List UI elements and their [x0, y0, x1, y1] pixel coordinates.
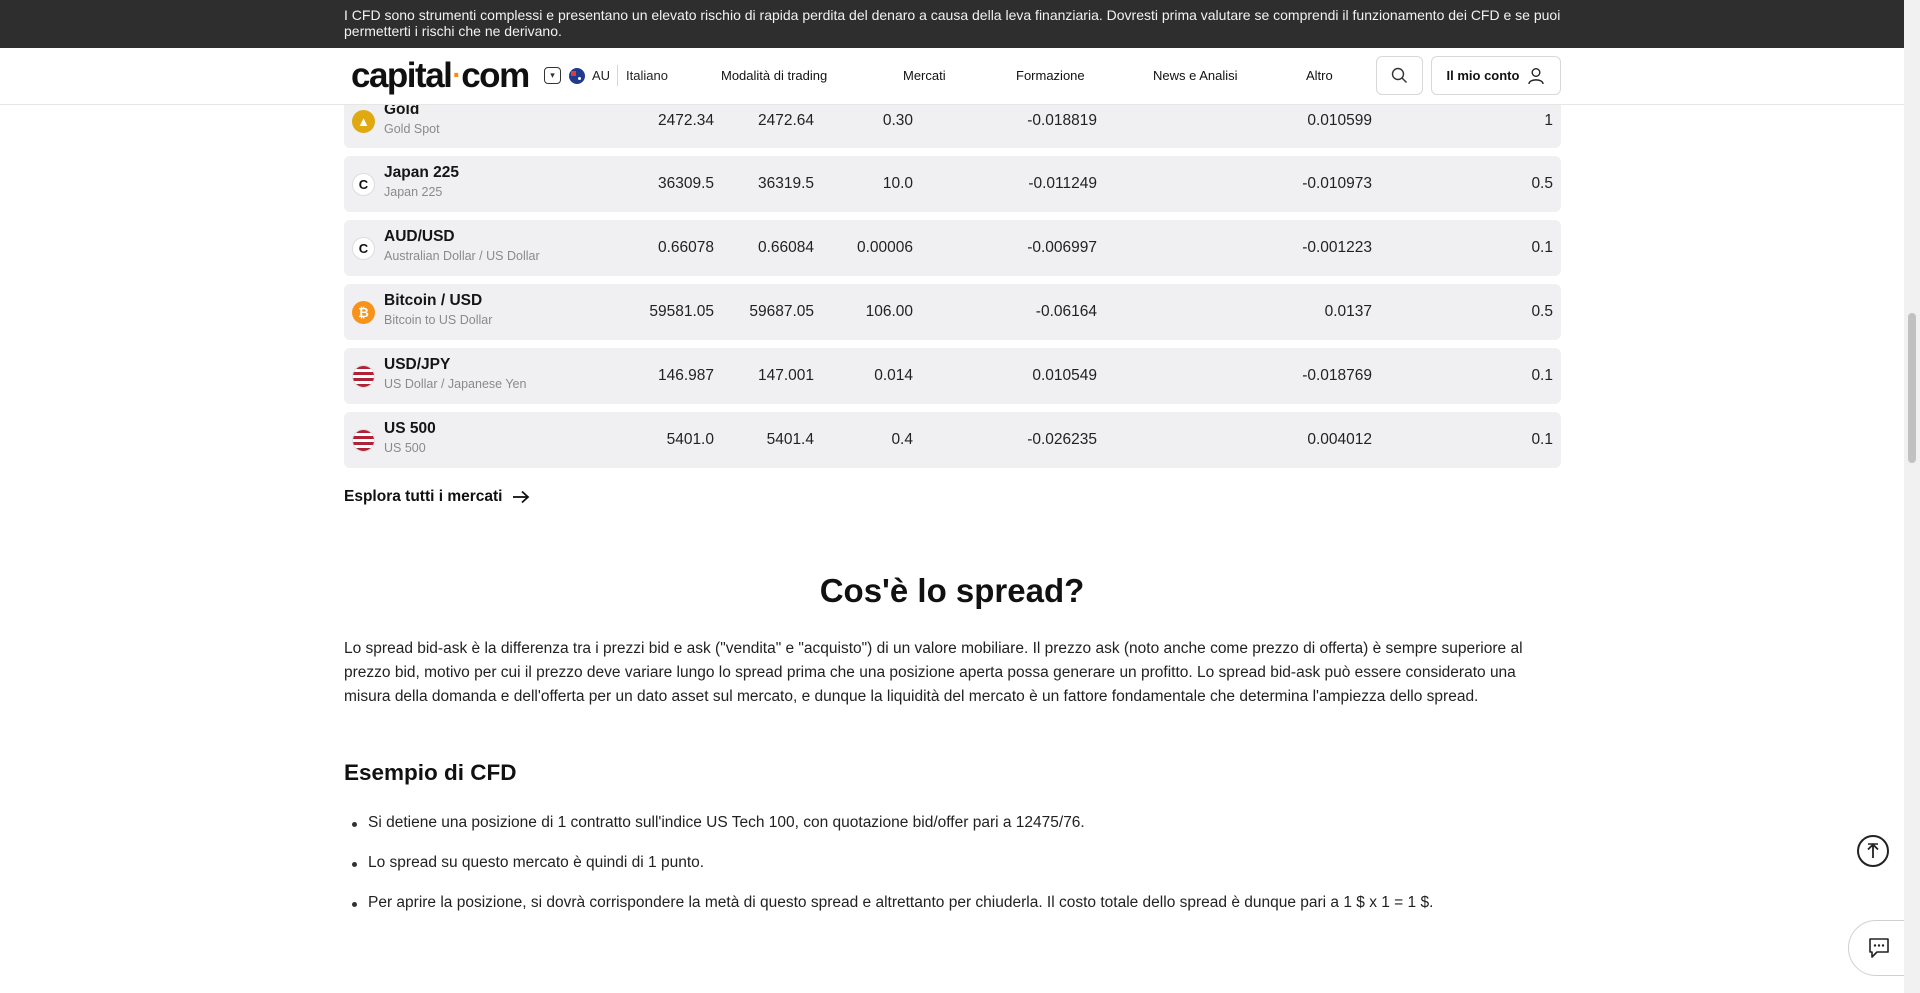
page-scrollbar[interactable]: [1904, 0, 1920, 993]
buy-price: 59687.05: [749, 303, 814, 320]
scrollbar-thumb[interactable]: [1908, 313, 1916, 463]
overnight-long: -0.06164: [1035, 303, 1097, 320]
overnight-long: -0.018819: [1027, 112, 1097, 129]
language-selector[interactable]: Italiano: [626, 68, 668, 83]
arrow-right-icon: [513, 490, 530, 504]
overnight-long: -0.006997: [1027, 239, 1097, 256]
region-selector[interactable]: AU: [592, 68, 610, 83]
market-name: USD/JPY: [384, 356, 451, 373]
market-subtitle: US 500: [384, 441, 426, 455]
market-row-bitcoin-usd[interactable]: ₿ Bitcoin / USD Bitcoin to US Dollar 595…: [344, 284, 1561, 340]
market-subtitle: Gold Spot: [384, 122, 440, 136]
markets-table: ▲ Gold Gold Spot 2472.34 2472.64 0.30 -0…: [344, 93, 1561, 476]
spread-value: 0.014: [874, 367, 913, 384]
market-row-aud-usd[interactable]: C AUD/USD Australian Dollar / US Dollar …: [344, 220, 1561, 276]
chat-button[interactable]: [1848, 920, 1910, 976]
capital-c-icon: C: [352, 237, 375, 260]
market-name: Japan 225: [384, 164, 459, 181]
search-icon: [1391, 67, 1407, 83]
buy-price: 0.66084: [757, 239, 814, 256]
risk-warning-banner: I CFD sono strumenti complessi e present…: [0, 0, 1904, 48]
list-item: Per aprire la posizione, si dovrà corris…: [344, 894, 1564, 934]
market-row-usd-jpy[interactable]: USD/JPY US Dollar / Japanese Yen 146.987…: [344, 348, 1561, 404]
margin-value: 0.5: [1531, 175, 1553, 192]
market-name: Bitcoin / USD: [384, 292, 483, 309]
us-flag-icon: [352, 365, 375, 388]
buy-price: 147.001: [757, 367, 814, 384]
chat-icon: [1869, 938, 1889, 958]
overnight-long: -0.011249: [1028, 175, 1097, 192]
list-item: Lo spread su questo mercato è quindi di …: [344, 854, 1564, 894]
margin-value: 0.1: [1531, 431, 1553, 448]
site-header: capital·com ▾ AU Italiano Modalità di tr…: [0, 48, 1904, 105]
scroll-to-top-button[interactable]: [1857, 835, 1889, 867]
arrow-up-icon: [1867, 843, 1879, 858]
explore-all-markets-label: Esplora tutti i mercati: [344, 488, 503, 505]
market-subtitle: Japan 225: [384, 185, 443, 199]
nav-education[interactable]: Formazione: [1016, 68, 1085, 83]
my-account-button[interactable]: Il mio conto: [1431, 56, 1561, 95]
sell-price: 5401.0: [666, 431, 714, 448]
user-icon: [1528, 67, 1545, 84]
nav-markets[interactable]: Mercati: [903, 68, 946, 83]
explore-all-markets-link[interactable]: Esplora tutti i mercati: [344, 488, 530, 506]
margin-value: 1: [1544, 112, 1553, 129]
capital-com-logo[interactable]: capital·com: [351, 56, 530, 96]
spread-section-title: Cos'è lo spread?: [819, 572, 1085, 609]
overnight-long: 0.010549: [1032, 367, 1097, 384]
spread-value: 106.00: [865, 303, 913, 320]
overnight-short: 0.0137: [1324, 303, 1372, 320]
overnight-long: -0.026235: [1027, 431, 1097, 448]
overnight-short: -0.001223: [1302, 239, 1372, 256]
buy-price: 5401.4: [766, 431, 814, 448]
gold-icon: ▲: [352, 110, 375, 133]
market-subtitle: US Dollar / Japanese Yen: [384, 377, 527, 391]
us-flag-icon: [352, 429, 375, 452]
australia-flag-icon[interactable]: [569, 68, 585, 84]
chevron-down-icon[interactable]: ▾: [544, 67, 561, 84]
market-name: AUD/USD: [384, 228, 455, 245]
search-button[interactable]: [1376, 56, 1423, 95]
sell-price: 36309.5: [657, 175, 714, 192]
overnight-short: -0.018769: [1302, 367, 1372, 384]
risk-warning-text: I CFD sono strumenti complessi e present…: [344, 7, 1561, 39]
sell-price: 0.66078: [657, 239, 714, 256]
spread-value: 0.30: [882, 112, 913, 129]
nav-trading-modes[interactable]: Modalità di trading: [721, 68, 827, 83]
sell-price: 146.987: [657, 367, 714, 384]
nav-more[interactable]: Altro: [1306, 68, 1333, 83]
cfd-example-title: Esempio di CFD: [344, 760, 517, 785]
margin-value: 0.1: [1531, 367, 1553, 384]
spread-value: 10.0: [882, 175, 913, 192]
cfd-example-list: Si detiene una posizione di 1 contratto …: [344, 814, 1564, 934]
divider: [617, 65, 618, 86]
list-item: Si detiene una posizione di 1 contratto …: [344, 814, 1564, 854]
sell-price: 2472.34: [657, 112, 714, 129]
margin-value: 0.5: [1531, 303, 1553, 320]
market-row-us-500[interactable]: US 500 US 500 5401.0 5401.4 0.4 -0.02623…: [344, 412, 1561, 468]
market-subtitle: Bitcoin to US Dollar: [384, 313, 493, 327]
nav-news-analysis[interactable]: News e Analisi: [1153, 68, 1238, 83]
buy-price: 36319.5: [757, 175, 814, 192]
sell-price: 59581.05: [649, 303, 714, 320]
overnight-short: 0.004012: [1307, 431, 1372, 448]
market-subtitle: Australian Dollar / US Dollar: [384, 249, 540, 263]
overnight-short: -0.010973: [1302, 175, 1372, 192]
spread-section-paragraph: Lo spread bid-ask è la differenza tra i …: [344, 640, 1523, 705]
buy-price: 2472.64: [757, 112, 814, 129]
spread-value: 0.4: [891, 431, 913, 448]
capital-c-icon: C: [352, 173, 375, 196]
my-account-label: Il mio conto: [1446, 68, 1520, 83]
margin-value: 0.1: [1531, 239, 1553, 256]
overnight-short: 0.010599: [1307, 112, 1372, 129]
spread-value: 0.00006: [856, 239, 913, 256]
bitcoin-icon: ₿: [352, 301, 375, 324]
market-row-japan-225[interactable]: C Japan 225 Japan 225 36309.5 36319.5 10…: [344, 156, 1561, 212]
market-name: US 500: [384, 420, 436, 437]
